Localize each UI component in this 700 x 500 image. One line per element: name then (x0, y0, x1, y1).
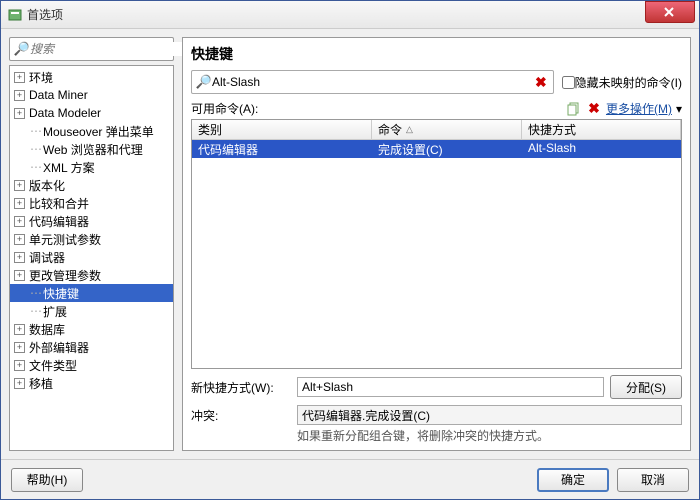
expand-icon[interactable]: + (14, 72, 25, 83)
panel-title: 快捷键 (191, 44, 682, 64)
sort-asc-icon: △ (406, 124, 413, 135)
tree-item-label: Data Miner (29, 88, 88, 102)
expand-icon[interactable]: + (14, 378, 25, 389)
tree-item-label: 版本化 (29, 177, 65, 194)
filter-box[interactable]: 🔎 ✖ (191, 70, 554, 94)
tree-item[interactable]: + 移植 (10, 374, 173, 392)
tree-item[interactable]: + 环境 (10, 68, 173, 86)
hide-unmapped-checkbox[interactable]: 隐藏未映射的命令(I) (562, 74, 682, 91)
expand-icon[interactable]: + (14, 270, 25, 281)
tree-item[interactable]: + Data Miner (10, 86, 173, 104)
conflict-label: 冲突: (191, 407, 291, 424)
ok-button[interactable]: 确定 (537, 468, 609, 492)
expand-icon[interactable]: + (14, 198, 25, 209)
expand-icon[interactable]: + (14, 216, 25, 227)
tree-item[interactable]: + 单元测试参数 (10, 230, 173, 248)
expand-icon[interactable]: + (14, 360, 25, 371)
tree-item-label: 调试器 (29, 249, 65, 266)
expand-icon[interactable]: + (14, 108, 25, 119)
expand-icon[interactable]: + (14, 324, 25, 335)
category-tree[interactable]: +环境+Data Miner+Data Modeler⋯Mouseover 弹出… (9, 65, 174, 451)
hide-unmapped-label: 隐藏未映射的命令(I) (575, 74, 682, 91)
tree-item[interactable]: ⋯快捷键 (10, 284, 173, 302)
preferences-window: 首选项 🔎 +环境+Data Miner+Data Modeler⋯Mouseo… (0, 0, 700, 500)
delete-icon[interactable]: ✖ (586, 101, 602, 117)
tree-item-label: 扩展 (43, 303, 67, 320)
tree-item-label: 代码编辑器 (29, 213, 89, 230)
col-shortcut[interactable]: 快捷方式 (522, 120, 681, 139)
col-category[interactable]: 类别 (192, 120, 372, 139)
search-box[interactable]: 🔎 (9, 37, 174, 61)
leaf-icon: ⋯ (30, 286, 41, 300)
assign-button[interactable]: 分配(S) (610, 375, 682, 399)
binoculars-icon: 🔎 (14, 41, 30, 57)
left-pane: 🔎 +环境+Data Miner+Data Modeler⋯Mouseover … (9, 37, 174, 451)
available-commands-label: 可用命令(A): (191, 100, 566, 117)
tree-item-label: Mouseover 弹出菜单 (43, 123, 154, 140)
leaf-icon: ⋯ (30, 124, 41, 138)
filter-input[interactable] (212, 75, 533, 89)
tree-item-label: XML 方案 (43, 159, 95, 176)
commands-table: 类别 命令 △ 快捷方式 代码编辑器完成设置(C)Alt-Slash (191, 119, 682, 369)
table-body: 代码编辑器完成设置(C)Alt-Slash (192, 140, 681, 368)
tree-item-label: 数据库 (29, 321, 65, 338)
right-pane: 快捷键 🔎 ✖ 隐藏未映射的命令(I) 可用命令(A): (182, 37, 691, 451)
footer: 帮助(H) 确定 取消 (1, 459, 699, 499)
tree-item-label: 比较和合并 (29, 195, 89, 212)
clear-filter-icon[interactable]: ✖ (533, 74, 549, 91)
search-input[interactable] (30, 42, 187, 56)
tree-item[interactable]: + 版本化 (10, 176, 173, 194)
tree-item[interactable]: + 更改管理参数 (10, 266, 173, 284)
tree-item-label: 更改管理参数 (29, 267, 101, 284)
tree-item[interactable]: + 调试器 (10, 248, 173, 266)
tree-item-label: Data Modeler (29, 106, 101, 120)
new-shortcut-label: 新快捷方式(W): (191, 379, 291, 396)
tree-item[interactable]: ⋯扩展 (10, 302, 173, 320)
tree-item-label: Web 浏览器和代理 (43, 141, 143, 158)
tree-item-label: 文件类型 (29, 357, 77, 374)
help-button[interactable]: 帮助(H) (11, 468, 83, 492)
leaf-icon: ⋯ (30, 304, 41, 318)
tree-item[interactable]: + 文件类型 (10, 356, 173, 374)
dropdown-arrow-icon[interactable]: ▾ (676, 102, 682, 116)
col-command[interactable]: 命令 △ (372, 120, 522, 139)
tree-item-label: 外部编辑器 (29, 339, 89, 356)
more-actions-link[interactable]: 更多操作(M) (606, 100, 672, 117)
cancel-button[interactable]: 取消 (617, 468, 689, 492)
expand-icon[interactable]: + (14, 234, 25, 245)
expand-icon[interactable]: + (14, 90, 25, 101)
tree-item[interactable]: + 比较和合并 (10, 194, 173, 212)
app-icon (7, 7, 23, 23)
window-title: 首选项 (27, 6, 645, 23)
cell-category: 代码编辑器 (192, 140, 372, 158)
expand-icon[interactable]: + (14, 342, 25, 353)
tree-item[interactable]: + 外部编辑器 (10, 338, 173, 356)
conflict-field: 代码编辑器.完成设置(C) (297, 405, 682, 425)
tree-item-label: 快捷键 (43, 285, 79, 302)
table-header: 类别 命令 △ 快捷方式 (192, 120, 681, 140)
leaf-icon: ⋯ (30, 160, 41, 174)
hide-unmapped-input[interactable] (562, 76, 575, 89)
expand-icon[interactable]: + (14, 180, 25, 191)
tree-item[interactable]: ⋯Web 浏览器和代理 (10, 140, 173, 158)
tree-item-label: 单元测试参数 (29, 231, 101, 248)
leaf-icon: ⋯ (30, 142, 41, 156)
titlebar: 首选项 (1, 1, 699, 29)
tree-item[interactable]: + Data Modeler (10, 104, 173, 122)
copy-icon[interactable] (566, 101, 582, 117)
tree-item[interactable]: ⋯XML 方案 (10, 158, 173, 176)
table-row[interactable]: 代码编辑器完成设置(C)Alt-Slash (192, 140, 681, 158)
tree-item-label: 移植 (29, 375, 53, 392)
tree-item[interactable]: + 数据库 (10, 320, 173, 338)
cell-command: 完成设置(C) (372, 140, 522, 158)
tree-item[interactable]: + 代码编辑器 (10, 212, 173, 230)
cell-shortcut: Alt-Slash (522, 140, 681, 158)
tree-item-label: 环境 (29, 69, 53, 86)
expand-icon[interactable]: + (14, 252, 25, 263)
conflict-hint: 如果重新分配组合键，将删除冲突的快捷方式。 (297, 427, 682, 444)
close-button[interactable] (645, 1, 695, 23)
binoculars-icon: 🔎 (196, 74, 212, 90)
tree-item[interactable]: ⋯Mouseover 弹出菜单 (10, 122, 173, 140)
new-shortcut-input[interactable] (297, 377, 604, 397)
